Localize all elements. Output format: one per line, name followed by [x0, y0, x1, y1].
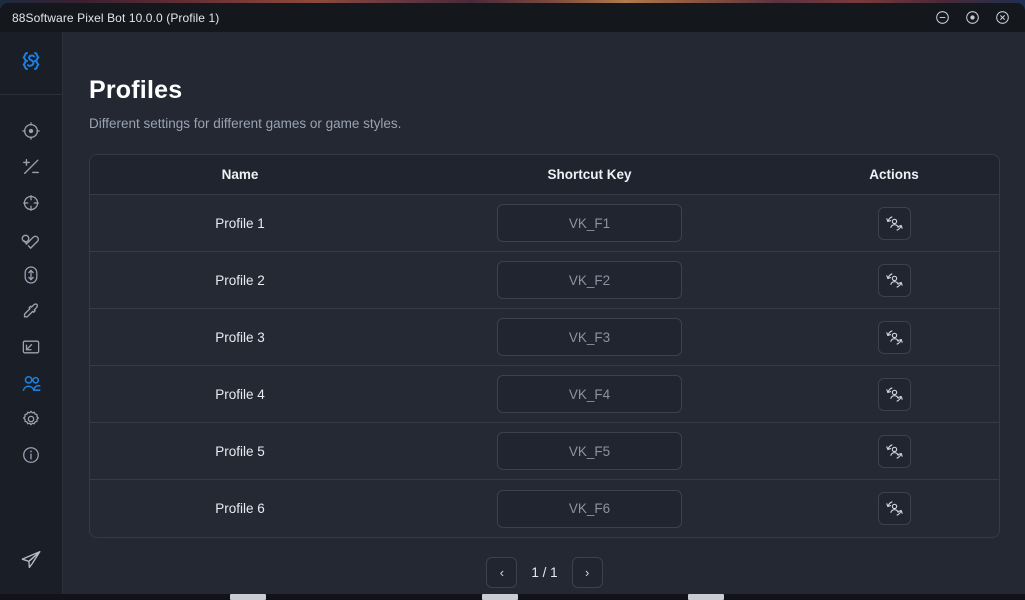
- switch-profile-button[interactable]: [877, 206, 911, 240]
- taskbar-icon[interactable]: [230, 594, 266, 600]
- profiles-table: Name Shortcut Key Actions Profile 1Profi…: [89, 154, 1000, 538]
- shortcut-key-cell: [390, 489, 789, 528]
- switch-profile-button[interactable]: [877, 320, 911, 354]
- actions-cell: [789, 377, 999, 411]
- profile-name-cell: Profile 6: [215, 501, 265, 516]
- sidebar-item-settings[interactable]: [13, 407, 49, 431]
- profile-name-cell: Profile 2: [215, 272, 265, 288]
- sidebar-item-aim[interactable]: [13, 119, 49, 143]
- table-row: Profile 5: [90, 423, 999, 480]
- users-icon: [21, 373, 42, 394]
- window-controls: [932, 8, 1025, 28]
- brace-s-logo-icon: [18, 48, 44, 79]
- switch-user-icon: [885, 214, 904, 233]
- pagination: ‹ 1 / 1 ›: [89, 557, 1000, 588]
- gear-icon: [21, 409, 41, 429]
- table-row: Profile 4: [90, 366, 999, 423]
- switch-user-icon: [885, 442, 904, 461]
- switch-profile-button[interactable]: [877, 434, 911, 468]
- shortcut-key-input[interactable]: [497, 375, 682, 413]
- crosshair-circle-icon: [21, 193, 41, 213]
- sidebar-item-display[interactable]: [13, 335, 49, 359]
- window-title: 88Software Pixel Bot 10.0.0 (Profile 1): [12, 10, 220, 25]
- maximize-button[interactable]: [962, 8, 982, 28]
- main-content: Profiles Different settings for differen…: [63, 32, 1025, 594]
- sidebar-item-color-picker[interactable]: [13, 299, 49, 323]
- switch-user-icon: [885, 271, 904, 290]
- sidebar-item-profiles[interactable]: [13, 371, 49, 395]
- shortcut-key-cell: [390, 318, 789, 356]
- arrow-up-down-circle-icon: [21, 265, 41, 285]
- title-bar: 88Software Pixel Bot 10.0.0 (Profile 1): [0, 3, 1025, 32]
- paper-plane-icon: [20, 549, 42, 571]
- minimize-button[interactable]: [932, 8, 952, 28]
- shortcut-key-cell: [390, 261, 789, 299]
- column-header-name: Name: [221, 167, 259, 182]
- switch-profile-button[interactable]: [877, 377, 911, 411]
- table-body: Profile 1 Profile 2 Profile 3 Profile 4 Prof…: [90, 195, 999, 537]
- actions-cell: [789, 492, 999, 525]
- sidebar-footer: [13, 548, 49, 594]
- profile-name-cell: Profile 1: [215, 215, 265, 231]
- app-window: 88Software Pixel Bot 10.0.0 (Profile 1): [0, 3, 1025, 594]
- magnet-icon: [21, 229, 41, 249]
- sidebar-item-adjust[interactable]: [13, 155, 49, 179]
- table-row: Profile 3: [90, 309, 999, 366]
- prev-page-button[interactable]: ‹: [486, 557, 518, 588]
- taskbar-icon[interactable]: [482, 594, 518, 600]
- next-page-button[interactable]: ›: [571, 557, 603, 588]
- page-title: Profiles: [89, 76, 183, 104]
- shortcut-key-cell: [390, 375, 789, 413]
- app-logo[interactable]: [0, 32, 62, 95]
- shortcut-key-input[interactable]: [497, 261, 682, 299]
- switch-user-icon: [885, 328, 904, 347]
- info-circle-icon: [21, 445, 41, 465]
- column-header-shortcut-key: Shortcut Key: [547, 167, 632, 182]
- sidebar-item-crosshair[interactable]: [13, 191, 49, 215]
- actions-cell: [789, 320, 999, 354]
- profile-name-cell: Profile 4: [215, 386, 265, 402]
- switch-profile-button[interactable]: [877, 263, 911, 297]
- target-icon: [21, 121, 41, 141]
- page-indicator: 1 / 1: [531, 565, 558, 580]
- table-row: Profile 1: [90, 195, 999, 252]
- column-header-actions: Actions: [869, 167, 919, 182]
- sidebar-item-telegram[interactable]: [13, 548, 49, 572]
- sidebar-item-magnet[interactable]: [13, 227, 49, 251]
- shortcut-key-cell: [390, 432, 789, 470]
- actions-cell: [789, 263, 999, 297]
- profile-name-cell: Profile 5: [215, 443, 265, 459]
- table-row: Profile 6: [90, 480, 999, 537]
- close-button[interactable]: [992, 8, 1012, 28]
- profile-name-cell: Profile 3: [215, 329, 265, 345]
- screen-resize-icon: [21, 337, 41, 357]
- switch-user-icon: [885, 499, 904, 518]
- actions-cell: [789, 434, 999, 468]
- sidebar: [0, 32, 63, 594]
- actions-cell: [789, 206, 999, 240]
- shortcut-key-cell: [390, 204, 789, 242]
- sidebar-item-info[interactable]: [13, 443, 49, 467]
- shortcut-key-input[interactable]: [497, 204, 682, 242]
- taskbar-icon[interactable]: [688, 594, 724, 600]
- table-header-row: Name Shortcut Key Actions: [90, 155, 999, 195]
- switch-profile-button[interactable]: [877, 492, 911, 525]
- plus-minus-icon: [21, 157, 41, 177]
- page-subtitle: Different settings for different games o…: [89, 116, 402, 131]
- shortcut-key-input[interactable]: [497, 432, 682, 470]
- shortcut-key-input[interactable]: [497, 318, 682, 356]
- sidebar-nav: [13, 95, 49, 548]
- shortcut-key-input[interactable]: [497, 489, 682, 528]
- table-row: Profile 2: [90, 252, 999, 309]
- eyedropper-icon: [21, 301, 41, 321]
- sidebar-item-recoil[interactable]: [13, 263, 49, 287]
- switch-user-icon: [885, 385, 904, 404]
